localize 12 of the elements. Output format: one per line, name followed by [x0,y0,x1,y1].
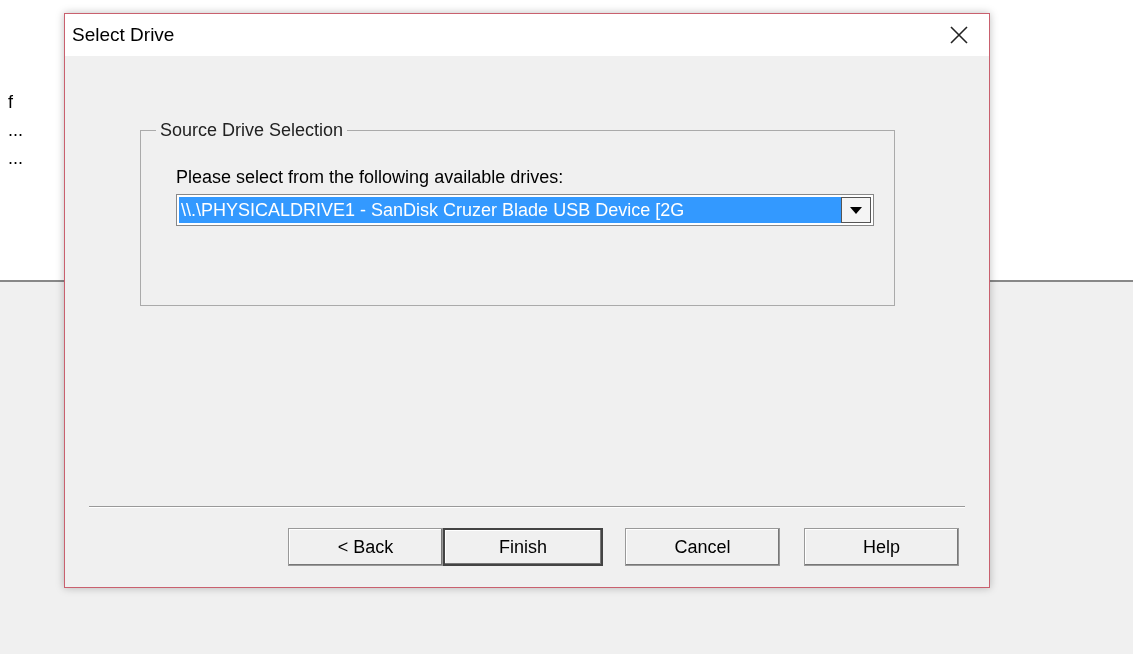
dialog-button[interactable]: < Back [288,528,443,566]
close-icon[interactable] [949,25,969,45]
prompt-label: Please select from the following available drives: [176,167,565,188]
truncated-text: ... [8,147,23,170]
dialog-button[interactable]: Cancel [625,528,780,566]
group-title: Source Drive Selection [159,120,345,141]
truncated-text: f [8,91,13,114]
truncated-text: ... [8,119,23,142]
dialog-button[interactable]: Finish [443,528,603,566]
window-title: Select Drive [72,24,175,46]
caret-icon [850,206,862,214]
dialog-button[interactable]: Help [804,528,959,566]
